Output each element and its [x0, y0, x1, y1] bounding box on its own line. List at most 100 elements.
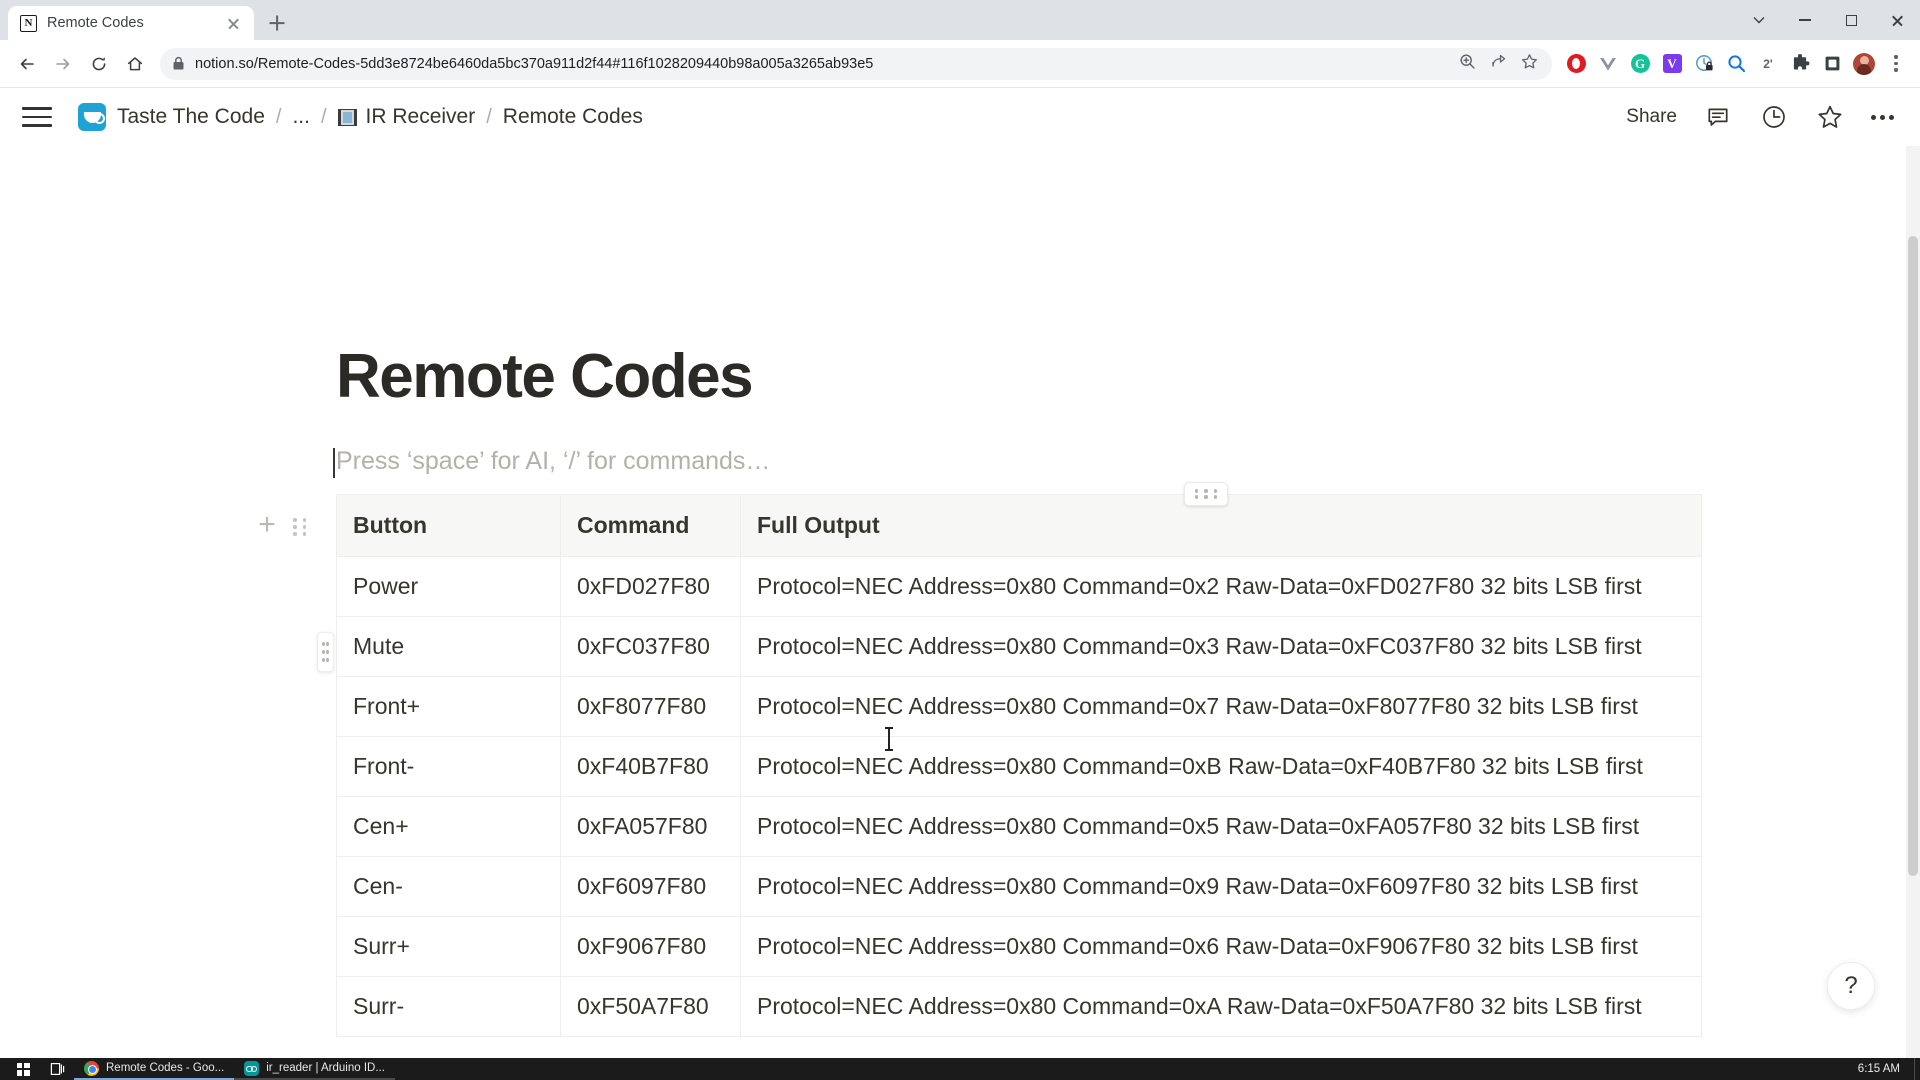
- forward-icon[interactable]: [46, 47, 80, 81]
- show-desktop-button[interactable]: [1914, 1058, 1920, 1080]
- cell-button[interactable]: Cen+: [337, 797, 561, 857]
- cell-full-output[interactable]: Protocol=NEC Address=0x80 Command=0xB Ra…: [741, 737, 1702, 797]
- breadcrumb-ellipsis[interactable]: ...: [292, 105, 310, 129]
- notion-page: Taste The Code / ... / IR Receiver / Rem…: [0, 88, 1920, 1058]
- grammarly-icon[interactable]: G: [1626, 50, 1654, 78]
- profile-avatar[interactable]: [1850, 50, 1878, 78]
- close-icon[interactable]: [225, 15, 242, 32]
- cell-button[interactable]: Power: [337, 557, 561, 617]
- taskbar-item-arduino[interactable]: ir_reader | Arduino ID...: [234, 1058, 395, 1080]
- back-icon[interactable]: [10, 47, 44, 81]
- taskbar-clock[interactable]: 6:15 AM: [1858, 1063, 1914, 1075]
- search-extension-icon[interactable]: [1722, 50, 1750, 78]
- tab-strip: N Remote Codes: [0, 0, 1920, 40]
- breadcrumb: Taste The Code / ... / IR Receiver / Rem…: [78, 103, 643, 131]
- page-content: Remote Codes Press ‘space’ for AI, ‘/’ f…: [0, 146, 1920, 1037]
- cell-button[interactable]: Surr+: [337, 917, 561, 977]
- table-row[interactable]: Front- 0xF40B7F80 Protocol=NEC Address=0…: [337, 737, 1702, 797]
- maximize-button[interactable]: [1828, 0, 1874, 40]
- cell-command[interactable]: 0xF8077F80: [561, 677, 741, 737]
- comment-icon[interactable]: [1703, 102, 1733, 132]
- cell-button[interactable]: Front-: [337, 737, 561, 797]
- start-button[interactable]: [6, 1058, 40, 1080]
- table-header-row: Button Command Full Output: [337, 495, 1702, 557]
- help-button[interactable]: ?: [1827, 962, 1875, 1010]
- vimeo-record-icon[interactable]: V: [1658, 50, 1686, 78]
- cell-command[interactable]: 0xF50A7F80: [561, 977, 741, 1037]
- cell-command[interactable]: 0xFC037F80: [561, 617, 741, 677]
- task-view-button[interactable]: [40, 1058, 74, 1080]
- star-icon[interactable]: [1815, 102, 1845, 132]
- table-row[interactable]: Front+ 0xF8077F80 Protocol=NEC Address=0…: [337, 677, 1702, 737]
- cell-button[interactable]: Front+: [337, 677, 561, 737]
- browser-window: N Remote Codes notion.so/R: [0, 0, 1920, 1058]
- notion-topbar-actions: Share: [1626, 102, 1894, 132]
- window-menu-chevron-icon[interactable]: [1736, 0, 1782, 40]
- remote-codes-table: Button Command Full Output Power 0xFD027…: [336, 494, 1702, 1037]
- taskbar-item-label: ir_reader | Arduino ID...: [266, 1062, 385, 1074]
- square-extension-icon[interactable]: [1818, 50, 1846, 78]
- page-title[interactable]: Remote Codes: [336, 346, 1920, 408]
- extensions-puzzle-icon[interactable]: [1786, 50, 1814, 78]
- cell-full-output[interactable]: Protocol=NEC Address=0x80 Command=0x9 Ra…: [741, 857, 1702, 917]
- cell-command[interactable]: 0xF40B7F80: [561, 737, 741, 797]
- row-drag-handle-icon[interactable]: [317, 632, 334, 672]
- table-row[interactable]: Power 0xFD027F80 Protocol=NEC Address=0x…: [337, 557, 1702, 617]
- cell-full-output[interactable]: Protocol=NEC Address=0x80 Command=0x6 Ra…: [741, 917, 1702, 977]
- page-scrollbar-thumb[interactable]: [1908, 236, 1918, 876]
- share-button[interactable]: Share: [1626, 106, 1677, 128]
- drag-handle-icon[interactable]: [293, 518, 309, 536]
- minimize-button[interactable]: [1782, 0, 1828, 40]
- window-controls: [1736, 0, 1920, 40]
- column-header-button[interactable]: Button: [337, 495, 561, 557]
- table-row[interactable]: Surr- 0xF50A7F80 Protocol=NEC Address=0x…: [337, 977, 1702, 1037]
- table-row[interactable]: Surr+ 0xF9067F80 Protocol=NEC Address=0x…: [337, 917, 1702, 977]
- page-scrollbar[interactable]: [1906, 146, 1920, 1058]
- cell-full-output[interactable]: Protocol=NEC Address=0x80 Command=0x3 Ra…: [741, 617, 1702, 677]
- cell-button[interactable]: Mute: [337, 617, 561, 677]
- cell-full-output[interactable]: Protocol=NEC Address=0x80 Command=0x2 Ra…: [741, 557, 1702, 617]
- clock-history-icon[interactable]: [1759, 102, 1789, 132]
- cell-button[interactable]: Cen-: [337, 857, 561, 917]
- three-dot-menu-icon[interactable]: [1882, 50, 1910, 78]
- more-options-icon[interactable]: [1871, 115, 1894, 120]
- close-window-button[interactable]: [1874, 0, 1920, 40]
- reload-icon[interactable]: [82, 47, 116, 81]
- cell-command[interactable]: 0xF6097F80: [561, 857, 741, 917]
- column-drag-handle-icon[interactable]: [1184, 482, 1228, 506]
- bookmark-star-icon[interactable]: [1521, 53, 1538, 75]
- workspace-logo-icon[interactable]: [78, 103, 106, 131]
- home-icon[interactable]: [118, 47, 152, 81]
- zoom-icon[interactable]: [1459, 53, 1476, 75]
- url-text: notion.so/Remote-Codes-5dd3e8724be6460da…: [195, 56, 873, 72]
- lock-icon: [172, 56, 185, 71]
- address-bar[interactable]: notion.so/Remote-Codes-5dd3e8724be6460da…: [160, 48, 1552, 80]
- table-row[interactable]: Cen+ 0xFA057F80 Protocol=NEC Address=0x8…: [337, 797, 1702, 857]
- breadcrumb-parent[interactable]: IR Receiver: [366, 105, 476, 129]
- cell-button[interactable]: Surr-: [337, 977, 561, 1037]
- table-row[interactable]: Cen- 0xF6097F80 Protocol=NEC Address=0x8…: [337, 857, 1702, 917]
- share-icon[interactable]: [1490, 53, 1507, 75]
- browser-toolbar: notion.so/Remote-Codes-5dd3e8724be6460da…: [0, 40, 1920, 88]
- table-row[interactable]: Mute 0xFC037F80 Protocol=NEC Address=0x8…: [337, 617, 1702, 677]
- cell-command[interactable]: 0xFA057F80: [561, 797, 741, 857]
- cell-full-output[interactable]: Protocol=NEC Address=0x80 Command=0x5 Ra…: [741, 797, 1702, 857]
- cell-command[interactable]: 0xFD027F80: [561, 557, 741, 617]
- browser-tab[interactable]: N Remote Codes: [8, 6, 254, 40]
- breadcrumb-current[interactable]: Remote Codes: [503, 105, 643, 129]
- privacy-badger-icon[interactable]: [1690, 50, 1718, 78]
- cell-command[interactable]: 0xF9067F80: [561, 917, 741, 977]
- cell-full-output[interactable]: Protocol=NEC Address=0x80 Command=0xA Ra…: [741, 977, 1702, 1037]
- vue-devtools-icon[interactable]: [1594, 50, 1622, 78]
- two-prime-icon[interactable]: 2': [1754, 50, 1782, 78]
- body-placeholder[interactable]: Press ‘space’ for AI, ‘/’ for commands…: [336, 447, 1920, 479]
- add-block-button[interactable]: +: [255, 514, 279, 538]
- mouse-text-cursor: [888, 728, 890, 750]
- new-tab-button[interactable]: [260, 6, 294, 40]
- arduino-icon: [244, 1061, 259, 1076]
- column-header-command[interactable]: Command: [561, 495, 741, 557]
- breadcrumb-workspace[interactable]: Taste The Code: [117, 105, 265, 129]
- opera-extension-icon[interactable]: [1562, 50, 1590, 78]
- hamburger-menu-icon[interactable]: [22, 100, 56, 134]
- taskbar-item-chrome[interactable]: Remote Codes - Goo...: [74, 1058, 234, 1080]
